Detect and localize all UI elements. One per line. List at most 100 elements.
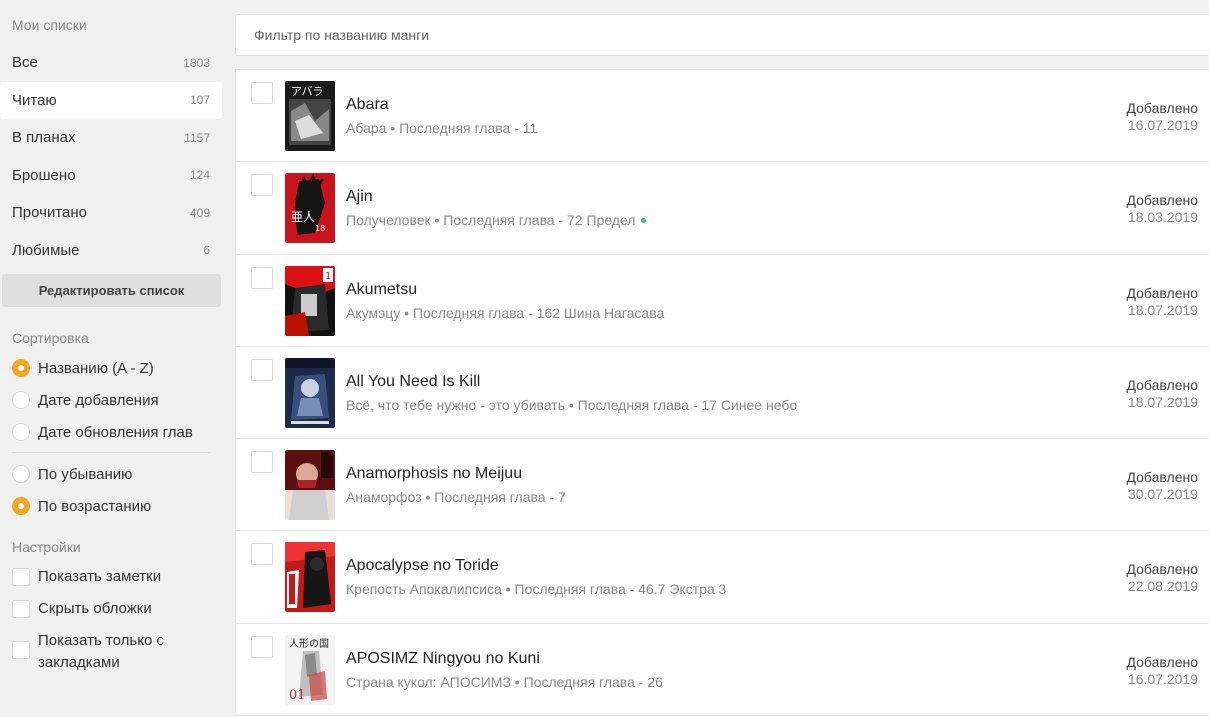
radio-label: По убыванию	[38, 465, 133, 483]
row-checkbox[interactable]	[251, 635, 273, 658]
manga-title[interactable]: Anamorphosis no Meijuu	[346, 465, 522, 483]
sidebar: Мои списки Все 1803 Читаю 107 В планах 1…	[0, 0, 222, 717]
list-item-planned[interactable]: В планах 1157	[0, 119, 222, 157]
list-item-label: Прочитано	[12, 204, 87, 222]
added-info: Добавлено 16.07.2019	[1127, 100, 1199, 134]
manga-subtitle: Получеловек • Последняя глава - 72 Преде…	[346, 212, 647, 229]
added-label: Добавлено	[1126, 561, 1199, 578]
radio-icon	[12, 391, 30, 409]
manga-subtitle-text: Получеловек • Последняя глава - 72 Преде…	[346, 212, 636, 229]
manga-subtitle: Всё, что тебе нужно - это убивать • Посл…	[346, 396, 798, 413]
added-date: 22.08.2019	[1127, 578, 1198, 595]
manga-title[interactable]: All You Need Is Kill	[346, 373, 480, 391]
sort-by-name-radio[interactable]: Названию (A - Z)	[12, 357, 154, 379]
svg-text:亜人: 亜人	[291, 210, 315, 224]
list-item-label: Брошено	[12, 166, 76, 184]
list-item-dropped[interactable]: Брошено 124	[0, 157, 222, 195]
manga-title[interactable]: Abara	[346, 96, 389, 114]
show-notes-checkbox[interactable]: Показать заметки	[12, 566, 161, 588]
row-checkbox[interactable]	[251, 82, 273, 104]
added-date: 18.03.2019	[1127, 209, 1198, 226]
svg-text:18: 18	[315, 224, 325, 233]
aposimz-cover-image[interactable]: 人形の国 01	[285, 634, 335, 705]
list-item-count: 1803	[183, 55, 210, 70]
manga-row: 1 Akumetsu Акумэцу • Последняя глава - 1…	[236, 255, 1209, 347]
added-label: Добавлено	[1126, 100, 1199, 116]
sort-heading: Сортировка	[12, 330, 89, 346]
row-checkbox[interactable]	[251, 451, 273, 474]
manga-row: アバラ Abara Абара • Последняя глава - 11 Д…	[236, 70, 1209, 163]
sort-descending-radio[interactable]: По убыванию	[12, 463, 132, 485]
row-checkbox[interactable]	[251, 174, 273, 197]
added-date: 18.07.2019	[1127, 301, 1198, 318]
radio-icon	[12, 423, 30, 441]
manga-title[interactable]: Akumetsu	[346, 281, 417, 299]
list-nav: Все 1803 Читаю 107 В планах 1157 Брошено…	[0, 44, 222, 269]
checkbox-icon	[12, 568, 30, 586]
svg-text:1: 1	[325, 271, 331, 282]
list-item-favorites[interactable]: Любимые 6	[0, 232, 222, 270]
sort-by-chapter-update-radio[interactable]: Дате обновления глав	[12, 421, 193, 443]
list-item-count: 1157	[184, 130, 210, 145]
list-item-label: Читаю	[12, 91, 57, 109]
checkbox-label: Показать заметки	[38, 568, 162, 585]
added-label: Добавлено	[1126, 192, 1199, 209]
list-item-label: Все	[12, 54, 38, 72]
manga-title[interactable]: Apocalypse no Toride	[346, 557, 499, 575]
row-checkbox[interactable]	[251, 358, 273, 381]
manga-subtitle: Страна кукол: АПОСИМЗ • Последняя глава …	[346, 673, 663, 690]
sort-ascending-radio[interactable]: По возрастанию	[12, 495, 151, 517]
list-item-all[interactable]: Все 1803	[0, 44, 222, 82]
sort-divider	[12, 452, 210, 453]
checkbox-icon	[12, 600, 30, 618]
svg-text:人形の国: 人形の国	[289, 638, 329, 650]
added-info: Добавлено 18.07.2019	[1127, 285, 1199, 319]
radio-label: По возрастанию	[38, 497, 152, 515]
row-checkbox[interactable]	[251, 543, 273, 566]
manga-title[interactable]: APOSIMZ Ningyou no Kuni	[346, 650, 540, 668]
checkbox-label: Скрыть обложки	[38, 600, 152, 617]
added-info: Добавлено 22.08.2019	[1127, 561, 1199, 595]
radio-checked-icon	[12, 359, 30, 377]
radio-label: Названию (A - Z)	[38, 359, 154, 377]
filter-input[interactable]	[236, 15, 1209, 55]
added-label: Добавлено	[1126, 376, 1199, 393]
anamorphosis-cover-image[interactable]	[285, 450, 335, 521]
list-item-label: В планах	[12, 129, 76, 147]
checkbox-icon	[12, 641, 30, 659]
added-info: Добавлено 18.03.2019	[1127, 192, 1199, 226]
list-item-count: 124	[189, 168, 210, 183]
edit-list-button[interactable]: Редактировать список	[2, 274, 221, 307]
manga-subtitle: Крепость Апокалипсиса • Последняя глава …	[346, 581, 727, 598]
radio-checked-icon	[12, 497, 30, 515]
added-date: 16.07.2019	[1127, 670, 1198, 687]
added-date: 30.07.2019	[1127, 486, 1198, 503]
radio-label: Дате обновления глав	[38, 423, 193, 441]
manga-row: Anamorphosis no Meijuu Анаморфоз • После…	[236, 439, 1209, 532]
ajin-cover-image[interactable]: 亜人 18	[285, 173, 335, 244]
added-info: Добавлено 30.07.2019	[1127, 469, 1199, 503]
manga-title[interactable]: Ajin	[346, 188, 373, 206]
apocalypse-cover-image[interactable]	[285, 542, 335, 613]
list-item-count: 107	[189, 93, 210, 108]
bookmarks-only-checkbox[interactable]: Показать только с закладками	[12, 630, 212, 674]
manga-row: 亜人 18 Ajin Получеловек • Последняя глава …	[236, 162, 1209, 255]
checkbox-label: Показать только с закладками	[38, 632, 164, 671]
added-label: Добавлено	[1126, 284, 1199, 301]
list-item-reading[interactable]: Читаю 107	[0, 81, 222, 119]
settings-heading: Настройки	[12, 539, 81, 555]
added-label: Добавлено	[1126, 469, 1199, 486]
abara-cover-image[interactable]: アバラ	[285, 81, 335, 151]
akumetsu-cover-image[interactable]: 1	[285, 265, 335, 336]
added-date: 16.07.2019	[1127, 117, 1198, 133]
radio-icon	[12, 465, 30, 483]
sort-by-date-added-radio[interactable]: Дате добавления	[12, 389, 159, 411]
list-item-completed[interactable]: Прочитано 409	[0, 194, 222, 232]
added-label: Добавлено	[1126, 653, 1199, 670]
all-you-need-is-kill-cover-image[interactable]	[285, 357, 335, 428]
hide-covers-checkbox[interactable]: Скрыть обложки	[12, 598, 152, 620]
added-info: Добавлено 18.07.2019	[1127, 377, 1199, 411]
row-checkbox[interactable]	[251, 266, 273, 289]
manga-row: 人形の国 01 APOSIMZ Ningyou no Kuni Страна ку…	[236, 624, 1209, 717]
list-item-count: 409	[189, 205, 210, 220]
